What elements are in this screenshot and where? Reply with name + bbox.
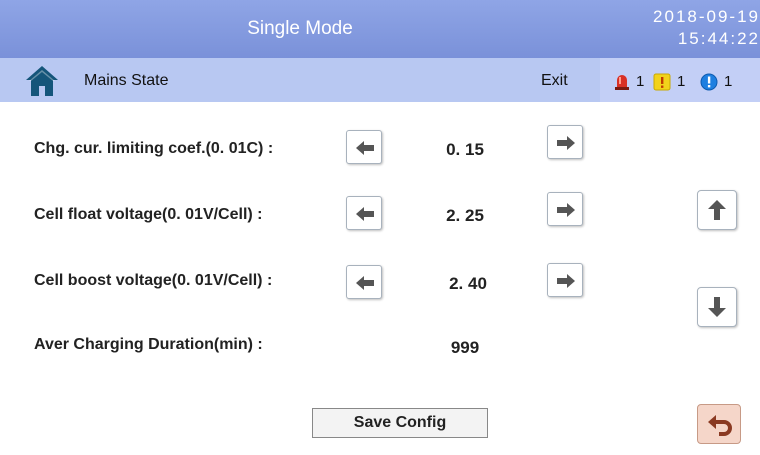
home-icon[interactable] [24, 64, 60, 98]
decrease-boost-voltage-button[interactable] [346, 265, 382, 299]
alarm-warning-count: 1 [677, 73, 686, 90]
decrease-float-voltage-button[interactable] [346, 196, 382, 230]
alarm-info[interactable]: 1 [700, 72, 732, 92]
setting-label-charging-duration: Aver Charging Duration(min) : [34, 336, 263, 353]
setting-label-charge-limit: Chg. cur. limiting coef.(0. 01C) : [34, 140, 274, 157]
arrow-up-icon [708, 200, 726, 220]
info-icon [700, 73, 718, 91]
siren-icon [615, 75, 629, 91]
alarm-critical-count: 1 [636, 73, 645, 90]
screen-title: Mains State [84, 72, 169, 89]
datetime-display: 2018-09-19 15:44:22 [610, 6, 760, 50]
scroll-up-button[interactable] [697, 190, 737, 230]
setting-value-float-voltage: 2. 25 [446, 206, 484, 225]
increase-boost-voltage-button[interactable] [547, 263, 583, 297]
arrow-left-icon [356, 207, 374, 221]
alarm-info-count: 1 [724, 73, 733, 90]
arrow-right-icon [557, 274, 575, 288]
alarm-critical[interactable]: 1 [614, 72, 644, 92]
alarm-warning[interactable]: 1 [653, 72, 685, 92]
setting-value-charge-limit: 0. 15 [446, 140, 484, 159]
save-config-button[interactable]: Save Config [312, 408, 488, 438]
page-title: Single Mode [247, 18, 353, 39]
arrow-right-icon [557, 203, 575, 217]
increase-float-voltage-button[interactable] [547, 192, 583, 226]
warning-icon [653, 73, 671, 91]
scroll-down-button[interactable] [697, 287, 737, 327]
arrow-right-icon [557, 136, 575, 150]
arrow-left-icon [356, 276, 374, 290]
setting-value-charging-duration: 999 [450, 338, 480, 357]
arrow-down-icon [708, 297, 726, 317]
setting-label-float-voltage: Cell float voltage(0. 01V/Cell) : [34, 206, 263, 223]
setting-label-boost-voltage: Cell boost voltage(0. 01V/Cell) : [34, 272, 273, 289]
arrow-left-icon [356, 141, 374, 155]
decrease-charge-limit-button[interactable] [346, 130, 382, 164]
date-text: 2018-09-19 [653, 7, 760, 26]
exit-button[interactable]: Exit [541, 72, 568, 90]
setting-value-boost-voltage: 2. 40 [449, 274, 487, 293]
back-button[interactable] [697, 404, 741, 444]
back-arrow-icon [708, 415, 732, 436]
increase-charge-limit-button[interactable] [547, 125, 583, 159]
time-text: 15:44:22 [677, 29, 760, 48]
